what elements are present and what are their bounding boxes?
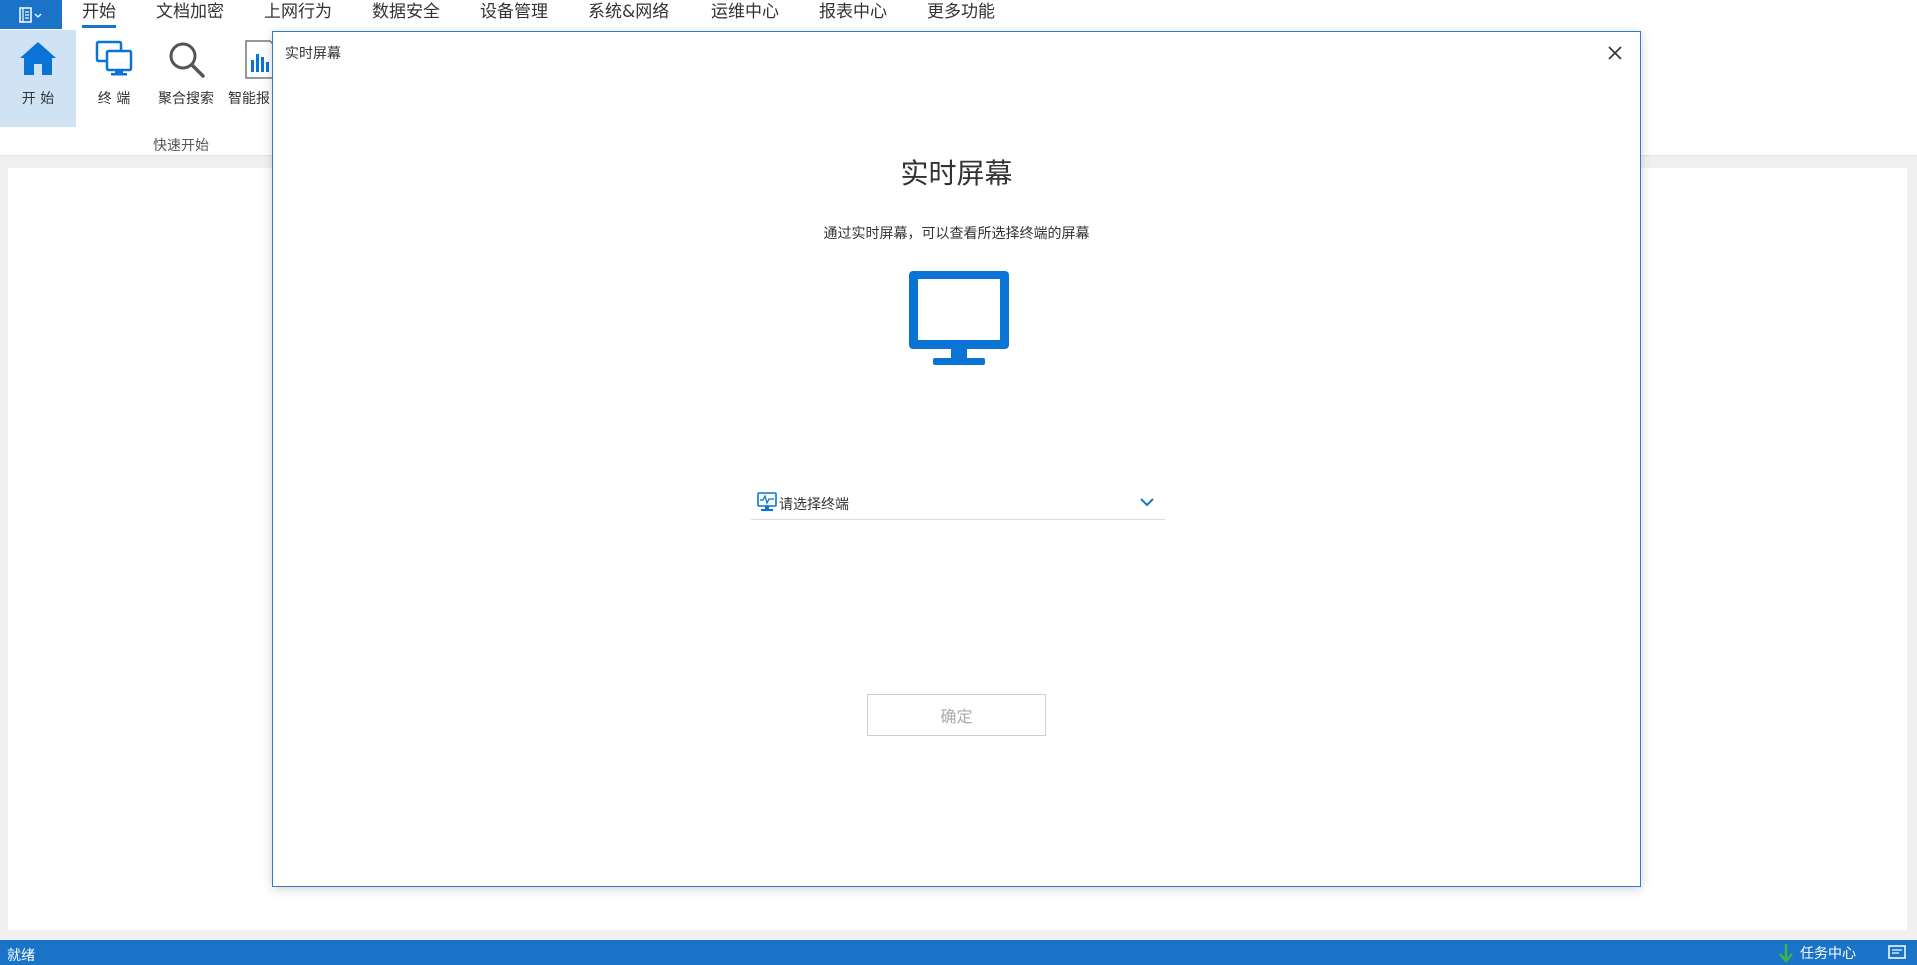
search-icon xyxy=(169,42,205,78)
ribbon-smart-report-label: 智能报 xyxy=(228,91,270,107)
status-text: 就绪 xyxy=(7,948,35,964)
terminal-icon xyxy=(95,40,133,76)
chevron-down-icon xyxy=(1140,498,1154,507)
menu-bar: 开始 文档加密 上网行为 数据安全 设备管理 系统&网络 运维中心 报表中心 更… xyxy=(0,0,1917,30)
tab-data-security[interactable]: 数据安全 xyxy=(372,0,440,30)
ribbon-smart-report-button[interactable]: 智能报 xyxy=(220,30,272,127)
confirm-button[interactable]: 确定 xyxy=(867,694,1046,736)
realtime-screen-dialog: 实时屏幕 实时屏幕 通过实时屏幕，可以查看所选择终端的屏幕 请选择终端 确定 xyxy=(272,31,1641,887)
home-icon xyxy=(20,42,56,75)
dialog-description: 通过实时屏幕，可以查看所选择终端的屏幕 xyxy=(823,226,1090,242)
ribbon-start-label: 开 始 xyxy=(21,91,55,107)
ribbon-start-button[interactable]: 开 始 xyxy=(0,30,76,127)
monitor-icon xyxy=(909,271,1009,365)
message-icon[interactable] xyxy=(1888,945,1906,959)
ribbon-aggregate-search-button[interactable]: 聚合搜索 xyxy=(148,30,224,127)
terminal-select-placeholder: 请选择终端 xyxy=(779,497,849,513)
tab-web-behavior[interactable]: 上网行为 xyxy=(264,0,332,30)
tab-report-center[interactable]: 报表中心 xyxy=(819,0,887,30)
task-center-button[interactable]: 任务中心 xyxy=(1778,942,1856,964)
tab-more-functions[interactable]: 更多功能 xyxy=(927,0,995,30)
download-arrow-icon xyxy=(1779,944,1793,963)
task-center-label: 任务中心 xyxy=(1800,946,1856,962)
ribbon-group-label: 快速开始 xyxy=(153,138,209,154)
tab-ops-center[interactable]: 运维中心 xyxy=(711,0,779,30)
ribbon-terminal-label: 终 端 xyxy=(97,91,131,107)
ribbon-terminal-button[interactable]: 终 端 xyxy=(76,30,152,127)
tab-device-management[interactable]: 设备管理 xyxy=(480,0,548,30)
dialog-heading: 实时屏幕 xyxy=(900,157,1013,190)
app-menu-button[interactable] xyxy=(0,0,62,29)
close-icon xyxy=(1608,46,1622,60)
dialog-title: 实时屏幕 xyxy=(285,46,341,62)
terminal-select-dropdown[interactable]: 请选择终端 xyxy=(751,487,1165,520)
ribbon-aggregate-search-label: 聚合搜索 xyxy=(158,91,214,107)
dialog-close-button[interactable] xyxy=(1603,41,1627,65)
tab-start[interactable]: 开始 xyxy=(82,0,116,30)
tab-system-network[interactable]: 系统&网络 xyxy=(588,0,669,30)
tab-document-encryption[interactable]: 文档加密 xyxy=(156,0,224,30)
report-icon xyxy=(245,40,272,79)
terminal-screen-icon xyxy=(757,492,777,511)
status-bar: 就绪 任务中心 xyxy=(0,940,1917,965)
app-menu-icon xyxy=(19,6,42,23)
